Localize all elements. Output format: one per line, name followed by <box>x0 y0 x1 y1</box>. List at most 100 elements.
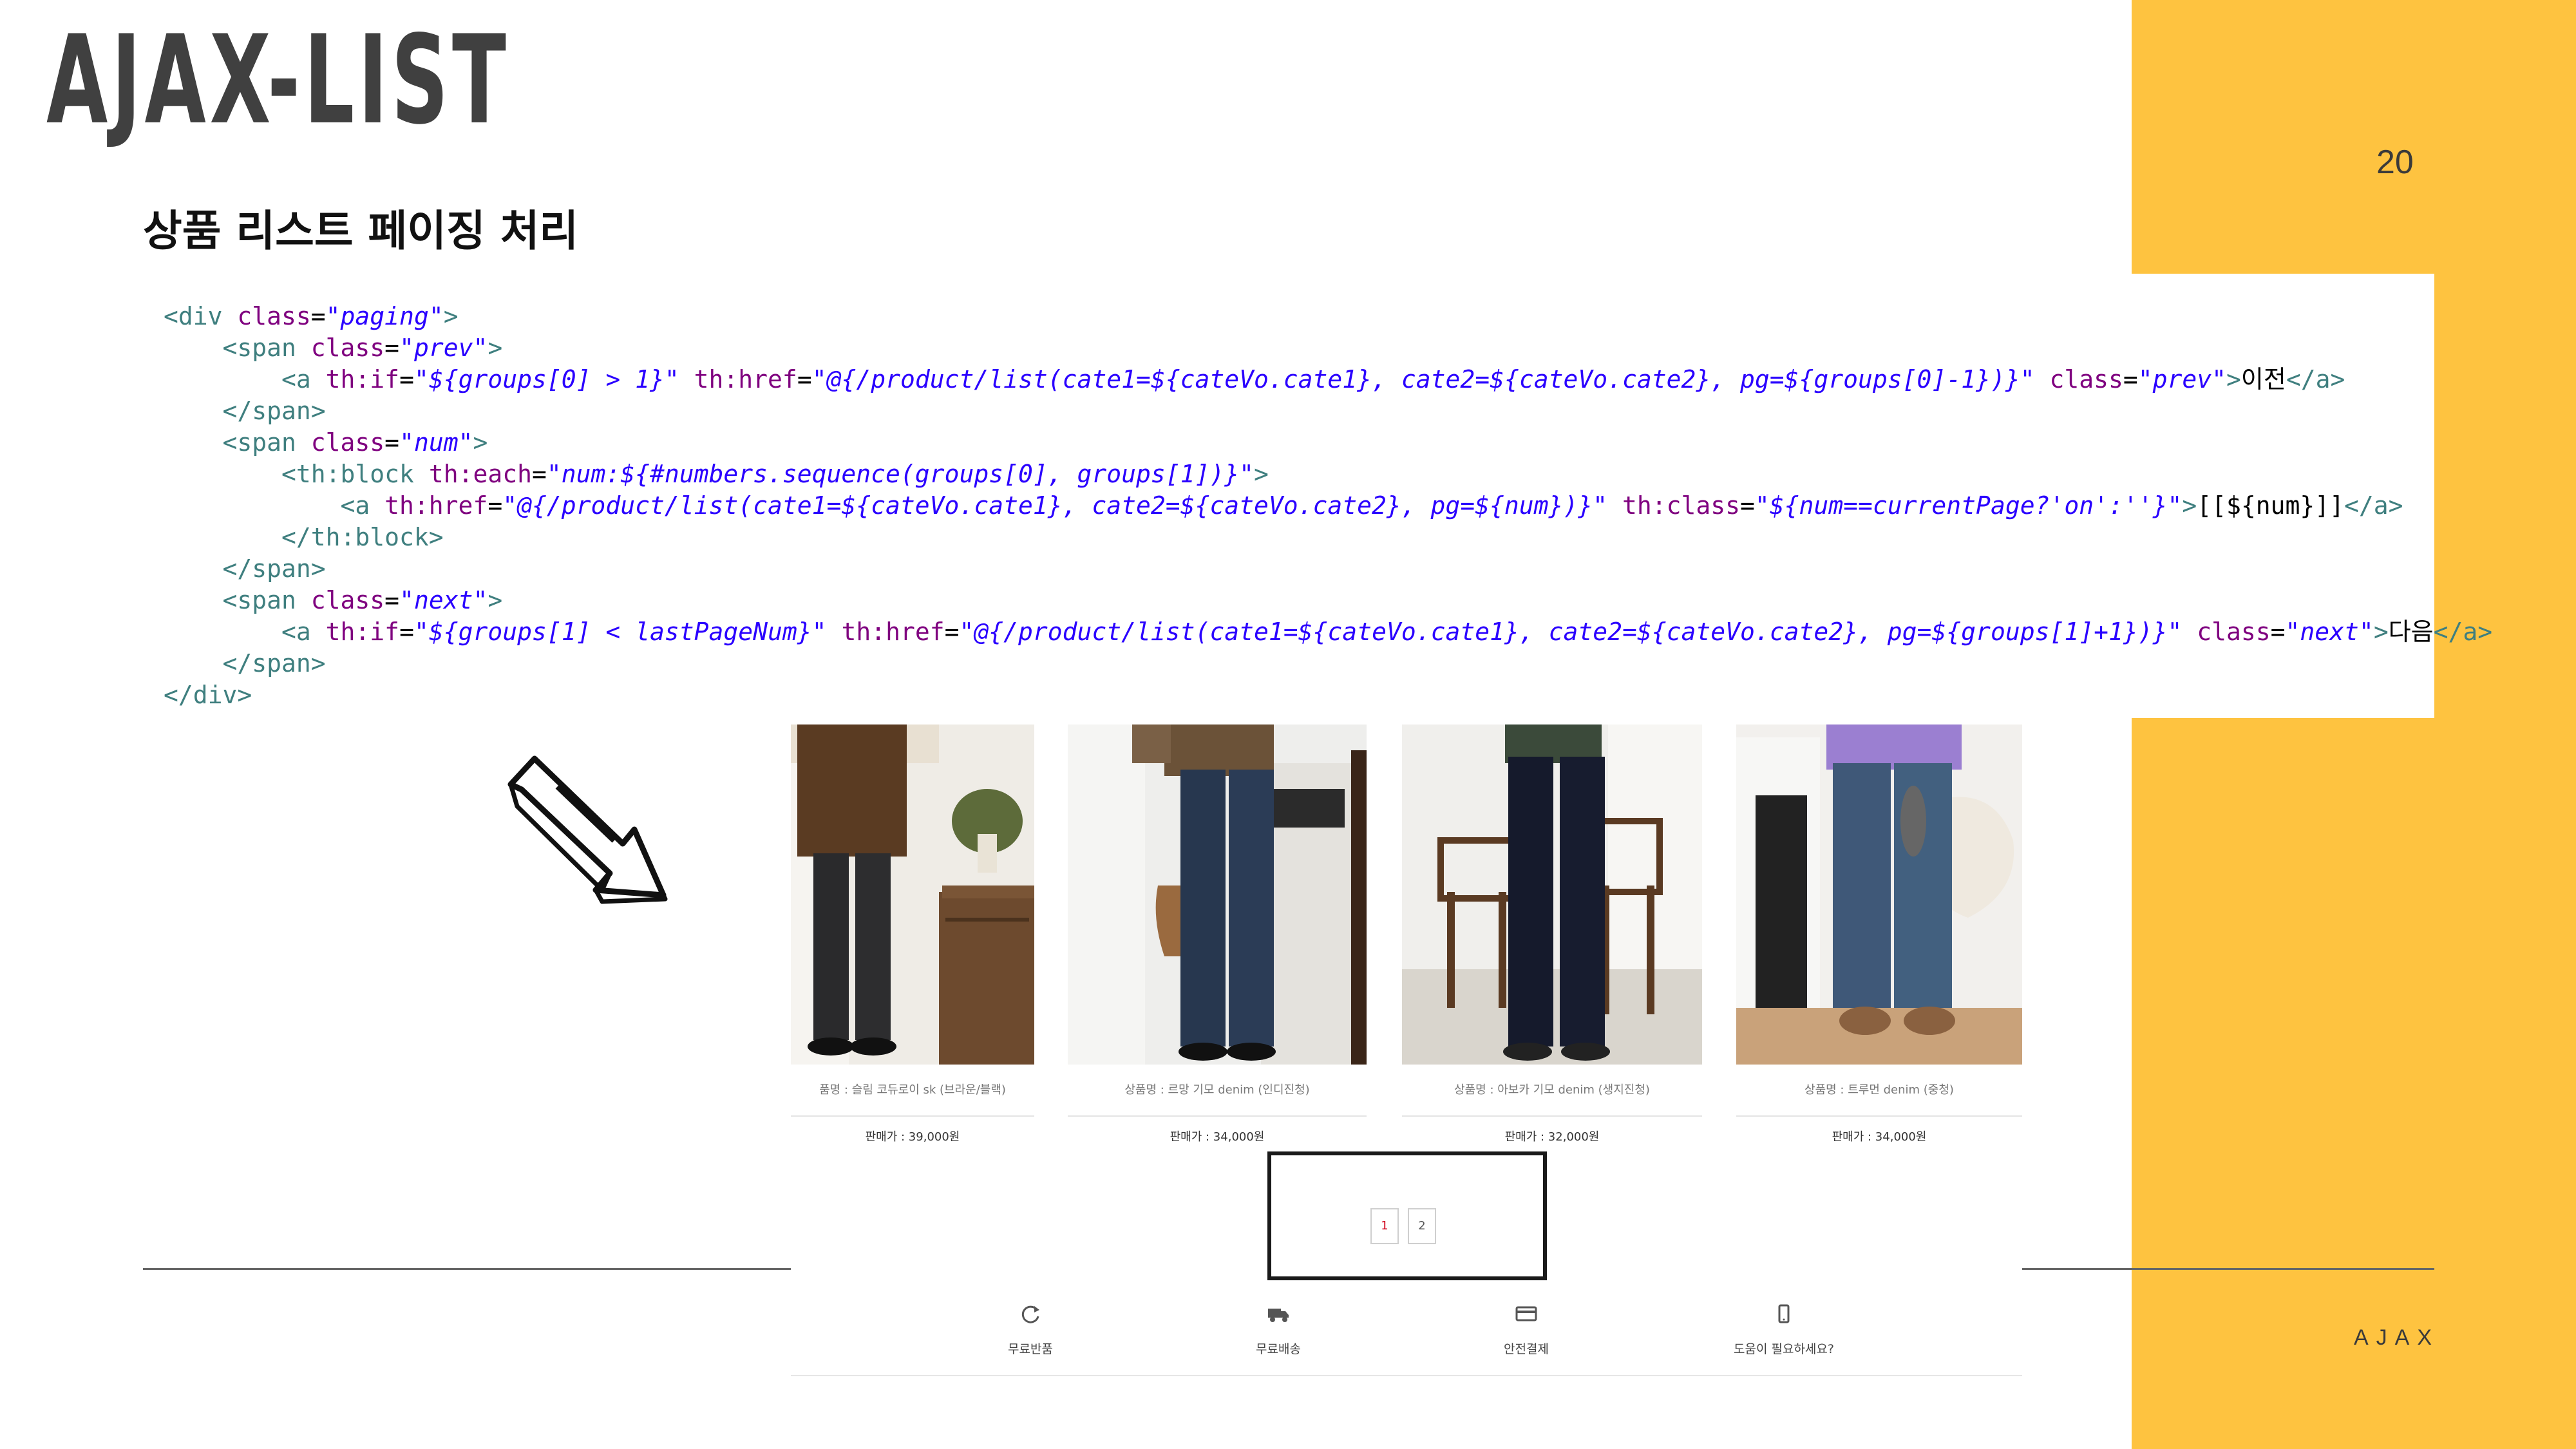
code-token: <span <box>164 586 311 614</box>
code-token: = <box>488 491 503 520</box>
code-line: </span> <box>164 648 2492 679</box>
code-token: th:href <box>694 365 797 393</box>
code-token: class <box>310 586 385 614</box>
product-divider <box>1068 1115 1367 1117</box>
feature-label: 안전결제 <box>1504 1342 1549 1356</box>
code-token: > <box>1254 460 1269 488</box>
mobile-phone-icon <box>1778 1304 1790 1323</box>
footer-divider <box>2022 1268 2434 1270</box>
code-token: "prev" <box>399 334 488 362</box>
code-token: <a <box>164 618 326 646</box>
code-token: = <box>399 618 414 646</box>
code-token: th:each <box>428 460 532 488</box>
code-token: "${num==currentPage?'on':''}" <box>1754 491 2183 520</box>
code-token: "${groups[1] < lastPageNum}" <box>413 618 827 646</box>
code-token: = <box>531 460 547 488</box>
feature-secure-payment[interactable]: 안전결제 <box>1430 1301 1623 1357</box>
code-line: </span> <box>164 395 2492 427</box>
code-token: "next" <box>399 586 488 614</box>
refresh-icon <box>1021 1305 1039 1323</box>
code-token: </span> <box>164 554 326 583</box>
code-token: "next" <box>2285 618 2374 646</box>
feature-free-shipping[interactable]: 무료배송 <box>1182 1301 1375 1357</box>
code-token: </a> <box>2344 491 2403 520</box>
code-token: "@{/product/list(cate1=${cateVo.cate1}, … <box>959 618 2183 646</box>
pagination-highlight: 1 2 <box>1267 1151 1547 1280</box>
section-title: 상품 리스트 페이징 처리 <box>143 206 579 256</box>
code-line: </th:block> <box>164 522 2492 553</box>
code-line: <th:block th:each="num:${#numbers.sequen… <box>164 459 2492 490</box>
code-token: class <box>2049 365 2123 393</box>
code-line: <a th:if="${groups[1] < lastPageNum}" th… <box>164 616 2492 648</box>
product-divider <box>1402 1115 1702 1117</box>
product-price: 판매가 : 32,000원 <box>1504 1130 1600 1144</box>
code-panel: <div class="paging"> <span class="prev">… <box>143 274 2492 718</box>
product-price: 판매가 : 34,000원 <box>1170 1130 1265 1144</box>
code-token: "prev" <box>2137 365 2227 393</box>
code-token: <span <box>164 428 311 457</box>
code-line: <a th:if="${groups[0] > 1}" th:href="@{/… <box>164 364 2492 395</box>
feature-label: 무료반품 <box>1008 1342 1053 1356</box>
code-token: <span <box>164 334 311 362</box>
shop-footer-divider <box>791 1375 2022 1376</box>
product-photo[interactable] <box>1736 724 2022 1065</box>
code-token: > <box>488 334 503 362</box>
page-button-2[interactable]: 2 <box>1408 1208 1436 1244</box>
code-token: > <box>2373 618 2389 646</box>
page-button-1[interactable]: 1 <box>1370 1208 1399 1244</box>
code-line: <span class="num"> <box>164 427 2492 459</box>
product-price: 판매가 : 34,000원 <box>1832 1130 1927 1144</box>
code-token: <div <box>164 302 238 330</box>
code-token: </div> <box>164 681 252 709</box>
code-token: = <box>384 334 400 362</box>
code-token: = <box>2123 365 2138 393</box>
code-line: <span class="prev"> <box>164 332 2492 364</box>
arrow-icon <box>507 755 668 904</box>
code-token: 다음 <box>2388 618 2434 646</box>
feature-free-return[interactable]: 무료반품 <box>934 1301 1127 1357</box>
product-name: 상품명 : 트루먼 denim (중청) <box>1804 1083 1954 1097</box>
code-token: = <box>310 302 326 330</box>
code-token: = <box>384 428 400 457</box>
code-token: </a> <box>2433 618 2493 646</box>
code-token: th:class <box>1622 491 1740 520</box>
code-line: <span class="next"> <box>164 585 2492 616</box>
product-price: 판매가 : 39,000원 <box>865 1130 960 1144</box>
code-token: class <box>237 302 311 330</box>
code-token: </span> <box>164 397 326 425</box>
code-token: > <box>488 586 503 614</box>
code-token: th:href <box>841 618 945 646</box>
feature-label: 무료배송 <box>1256 1342 1301 1356</box>
code-token: </a> <box>2286 365 2345 393</box>
code-token: 이전 <box>2240 365 2286 393</box>
product-name: 품명 : 슬림 코듀로이 sk (브라운/블랙) <box>819 1083 1006 1097</box>
credit-card-icon <box>1515 1306 1537 1321</box>
code-token: > <box>2226 365 2241 393</box>
product-photo[interactable] <box>1068 724 1367 1065</box>
product-photo[interactable] <box>791 724 1034 1065</box>
code-token: = <box>797 365 812 393</box>
delivery-truck-icon <box>1268 1309 1289 1322</box>
accent-panel <box>2132 0 2576 1449</box>
code-token: th:href <box>384 491 488 520</box>
code-token: <a <box>164 365 326 393</box>
code-token: <th:block <box>164 460 429 488</box>
code-token: th:if <box>325 618 400 646</box>
code-token: </span> <box>164 649 326 677</box>
code-token: > <box>473 428 488 457</box>
code-token: class <box>310 334 385 362</box>
feature-label: 도움이 필요하세요? <box>1734 1342 1834 1356</box>
code-token: class <box>310 428 385 457</box>
slide-page-number: 20 <box>2376 144 2414 181</box>
code-token: th:if <box>325 365 400 393</box>
product-photo[interactable] <box>1402 724 1702 1065</box>
code-token: </th:block> <box>164 523 444 551</box>
feature-help[interactable]: 도움이 필요하세요? <box>1687 1301 1880 1357</box>
product-name: 상품명 : 르망 기모 denim (인디진청) <box>1124 1083 1310 1097</box>
code-block: <div class="paging"> <span class="prev">… <box>164 301 2492 711</box>
